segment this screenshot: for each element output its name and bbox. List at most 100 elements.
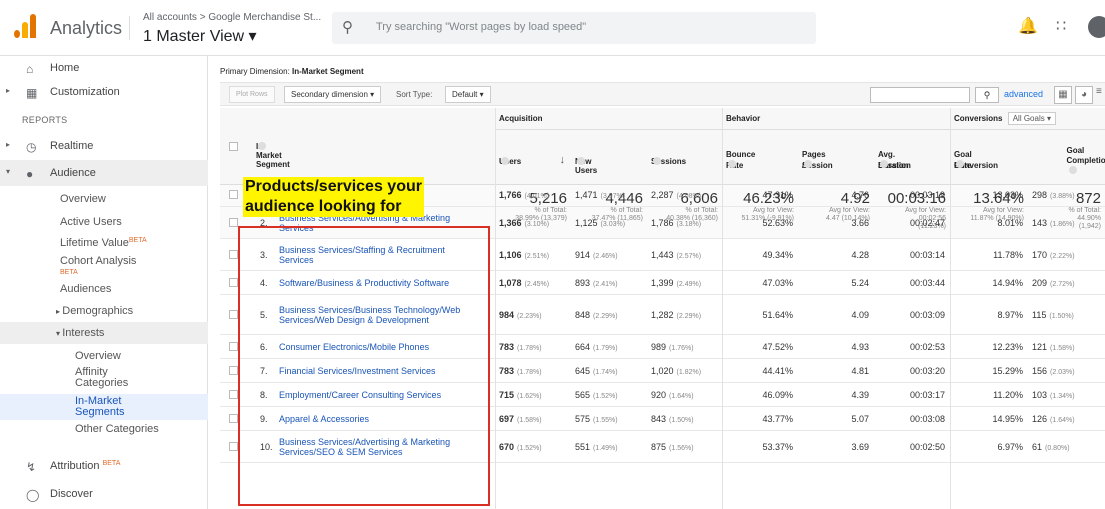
sidebar-item-in-market-segments[interactable]: In-Market Segments: [0, 394, 208, 420]
sidebar-item-label: Cohort Analysis: [60, 255, 137, 267]
row-checkbox[interactable]: [229, 414, 238, 423]
metric-cell: 3.66: [851, 218, 869, 228]
row-checkbox[interactable]: [229, 190, 238, 199]
row-checkbox[interactable]: [229, 250, 238, 259]
sidebar-item-home[interactable]: ⌂ Home: [0, 62, 208, 76]
help-icon[interactable]: [880, 160, 888, 168]
metric-cell: 00:03:20: [909, 366, 945, 376]
metric-cell: 121 (1.58%): [1032, 342, 1075, 352]
metric-cell: 126 (1.64%): [1032, 414, 1075, 424]
metric-cell: 44.41%: [762, 366, 793, 376]
metric-cell: 11.78%: [993, 250, 1023, 260]
sidebar-item-overview[interactable]: Overview: [60, 193, 106, 205]
sidebar-item-active-users[interactable]: Active Users: [60, 216, 122, 228]
metric-cell: 1,125 (3.03%): [575, 218, 626, 228]
search-icon[interactable]: ⚲: [975, 87, 999, 103]
sidebar-item-audience[interactable]: ▾ ● Audience: [0, 160, 208, 186]
search-icon: ⚲: [342, 19, 353, 36]
help-icon[interactable]: [653, 157, 661, 165]
sidebar-item-label: Realtime: [50, 140, 94, 152]
metric-cell: 53.37%: [762, 442, 793, 452]
sidebar-item-realtime[interactable]: ▸ ◷ Realtime: [0, 140, 208, 154]
analytics-logo-icon[interactable]: [14, 14, 38, 38]
notifications-bell-icon[interactable]: 🔔: [1018, 16, 1038, 36]
view-selector[interactable]: 1 Master View ▾: [143, 26, 257, 46]
goal-completions-column-header[interactable]: GoalCompletions: [1028, 130, 1105, 185]
sidebar: ⌂ Home ▸ ▦ Customization REPORTS ▸ ◷ Rea…: [0, 56, 208, 509]
apps-grid-icon[interactable]: ∷: [1056, 16, 1066, 36]
row-checkbox[interactable]: [229, 366, 238, 375]
home-icon: ⌂: [26, 62, 34, 76]
row-checkbox[interactable]: [229, 310, 238, 319]
primary-dimension-value[interactable]: In-Market Segment: [292, 67, 364, 76]
sidebar-item-audiences[interactable]: Audiences: [60, 283, 111, 295]
sidebar-item-interests[interactable]: ▾ Interests: [0, 322, 208, 344]
help-icon[interactable]: [804, 160, 812, 168]
metric-cell: 1,766 (4.01%): [499, 190, 550, 200]
secondary-dimension-dropdown[interactable]: Secondary dimension ▾: [284, 86, 382, 103]
metric-cell: 984 (2.23%): [499, 310, 542, 320]
conversions-group-header: Conversions All Goals ▾: [950, 108, 1105, 130]
help-icon[interactable]: [1068, 166, 1077, 174]
table-view-icon[interactable]: ▦: [1054, 86, 1072, 104]
help-icon[interactable]: [577, 157, 585, 165]
sidebar-item-customization[interactable]: ▸ ▦ Customization: [0, 86, 208, 100]
sidebar-item-affinity-categories[interactable]: Affinity Categories: [75, 367, 128, 389]
pages-per-session-column-header[interactable]: Pages / Session: [798, 130, 874, 185]
sidebar-item-other-categories[interactable]: Other Categories: [75, 423, 159, 435]
select-all-checkbox[interactable]: [229, 142, 238, 151]
help-icon[interactable]: [501, 157, 509, 165]
metric-cell: 4.81: [851, 366, 869, 376]
avatar[interactable]: [1088, 16, 1105, 38]
row-checkbox[interactable]: [229, 442, 238, 451]
primary-dimension: Primary Dimension: In-Market Segment: [220, 67, 364, 76]
sort-type-dropdown[interactable]: Default ▾: [445, 86, 491, 103]
more-views-icon[interactable]: ≡: [1096, 86, 1105, 104]
help-icon[interactable]: [728, 160, 736, 168]
sidebar-item-interests-overview[interactable]: Overview: [75, 350, 121, 362]
sidebar-item-lifetime-value[interactable]: Lifetime ValueBETA: [60, 237, 147, 249]
metric-cell: 3.69: [851, 442, 869, 452]
sort-descending-icon[interactable]: ↓: [560, 154, 566, 166]
search-bar[interactable]: ⚲ Try searching "Worst pages by load spe…: [332, 12, 816, 44]
goal-select-dropdown[interactable]: All Goals ▾: [1007, 112, 1056, 125]
lightbulb-icon: ◯: [26, 488, 40, 502]
pie-chart-icon[interactable]: ◕: [1075, 86, 1093, 104]
help-icon[interactable]: [258, 142, 266, 150]
attribution-icon: ↯: [26, 460, 37, 474]
row-checkbox[interactable]: [229, 218, 238, 227]
row-checkbox[interactable]: [229, 278, 238, 287]
help-icon[interactable]: [956, 160, 964, 168]
table-filter-input[interactable]: [870, 87, 970, 103]
sidebar-item-demographics[interactable]: ▸ Demographics: [56, 305, 133, 317]
sidebar-item-discover[interactable]: ◯ Discover: [0, 488, 208, 502]
metric-cell: 47.31%: [762, 190, 793, 200]
sidebar-item-cohort-analysis[interactable]: Cohort Analysis BETA: [60, 256, 136, 278]
sidebar-item-attribution[interactable]: ↯ Attribution BETA: [0, 460, 208, 474]
metric-cell: 914 (2.46%): [575, 250, 618, 260]
dimension-column-header: In-Market Segment: [220, 108, 495, 185]
metric-cell: 1,399 (2.49%): [651, 278, 702, 288]
goal-conversion-rate-column-header[interactable]: Goal ConversionRate: [950, 130, 1028, 185]
column-label: Completions: [1066, 156, 1105, 165]
new-users-column-header[interactable]: New Users: [571, 130, 647, 185]
account-breadcrumb[interactable]: All accounts > Google Merchandise St...: [143, 12, 321, 23]
divider: [950, 108, 951, 509]
divider: [495, 108, 496, 509]
sidebar-item-label: Audience: [50, 167, 96, 179]
plot-rows-button[interactable]: Plot Rows: [229, 86, 275, 103]
metric-cell: 1,020 (1.82%): [651, 366, 702, 376]
advanced-filter-link[interactable]: advanced: [1004, 89, 1043, 99]
metric-cell: 565 (1.52%): [575, 390, 618, 400]
row-checkbox[interactable]: [229, 390, 238, 399]
row-checkbox[interactable]: [229, 342, 238, 351]
avg-session-duration-column-header[interactable]: Avg. Session Duration: [874, 130, 950, 185]
metric-cell: 49.34%: [762, 250, 793, 260]
sessions-column-header[interactable]: Sessions: [647, 130, 722, 185]
app-title: Analytics: [50, 18, 123, 38]
metric-cell: 5.24: [851, 278, 869, 288]
bounce-rate-column-header[interactable]: Bounce Rate: [722, 130, 798, 185]
users-column-header[interactable]: Users ↓: [495, 130, 571, 185]
divider: [129, 16, 130, 40]
metric-cell: 715 (1.62%): [499, 390, 542, 400]
